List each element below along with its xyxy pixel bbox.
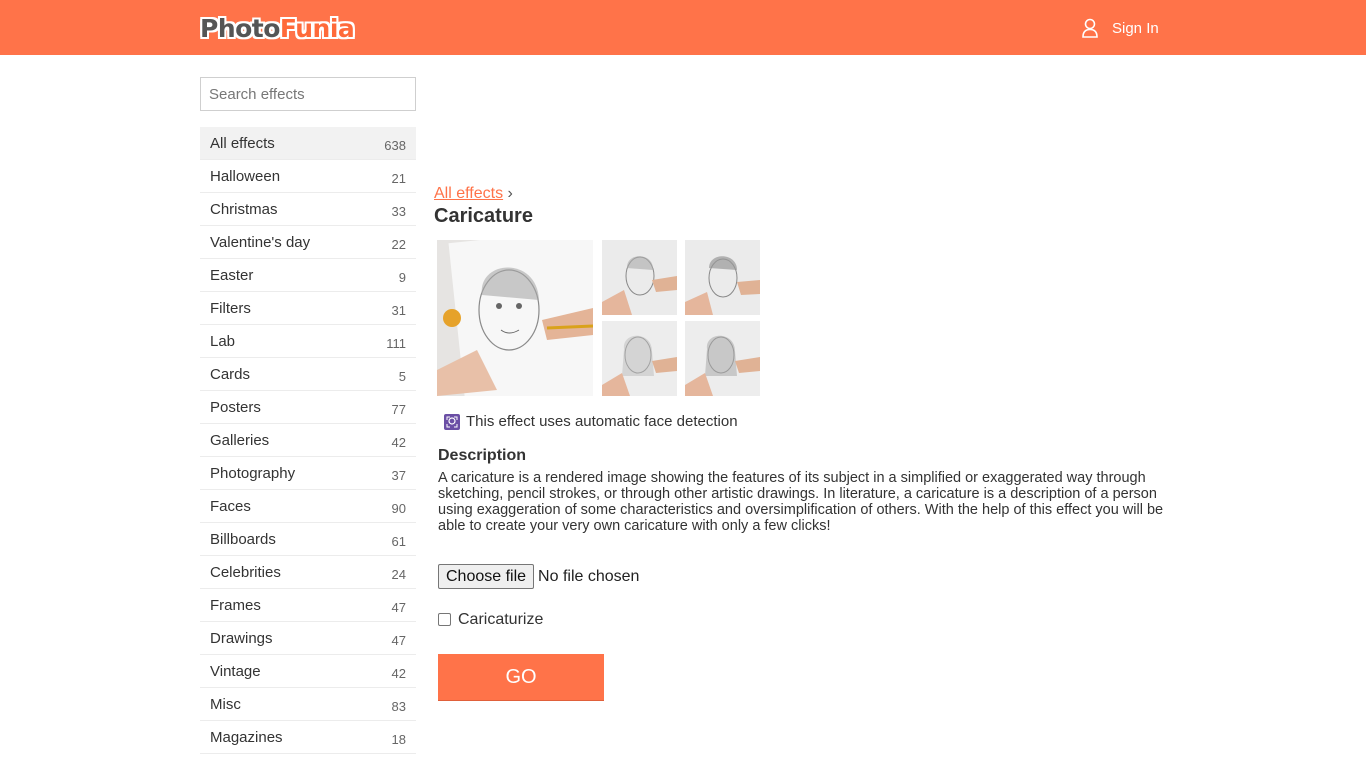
- category-count: 22: [391, 236, 406, 252]
- effect-preview-thumb-2[interactable]: [685, 240, 760, 315]
- logo-text-funia: Funia: [279, 13, 355, 43]
- choose-file-button[interactable]: Choose file: [438, 564, 535, 589]
- category-item-valentines-day[interactable]: Valentine's day 22: [200, 226, 416, 259]
- face-detection-text: This effect uses automatic face detectio…: [466, 413, 738, 430]
- category-item-christmas[interactable]: Christmas 33: [200, 193, 416, 226]
- category-item-faces[interactable]: Faces 90: [200, 490, 416, 523]
- category-item-drawings[interactable]: Drawings 47: [200, 622, 416, 655]
- breadcrumb-all-effects-link[interactable]: All effects: [434, 185, 503, 202]
- category-item-photography[interactable]: Photography 37: [200, 457, 416, 490]
- face-detection-note: This effect uses automatic face detectio…: [444, 413, 738, 430]
- effect-preview-thumb-3[interactable]: [602, 321, 677, 396]
- category-count: 111: [386, 335, 406, 351]
- logo-text-photo: Photo: [200, 13, 280, 43]
- go-button[interactable]: GO: [438, 654, 604, 700]
- photofunia-logo[interactable]: Photo Funia: [200, 11, 355, 45]
- sign-in-label: Sign In: [1112, 19, 1159, 37]
- breadcrumb: All effects ›: [434, 185, 513, 203]
- category-count: 21: [391, 170, 406, 186]
- top-header: Photo Funia Sign In: [0, 0, 1366, 55]
- category-count: 18: [391, 731, 406, 747]
- category-item-cards[interactable]: Cards 5: [200, 358, 416, 391]
- search-effects-input[interactable]: [200, 77, 416, 111]
- effect-preview-thumb-1[interactable]: [602, 240, 677, 315]
- category-count: 5: [398, 368, 406, 384]
- category-list: All effects 638 Halloween 21 Christmas 33 V…: [200, 127, 416, 754]
- category-item-lab[interactable]: Lab 111: [200, 325, 416, 358]
- face-detection-icon: [444, 413, 460, 430]
- category-count: 83: [391, 698, 406, 714]
- user-icon: [1082, 18, 1098, 38]
- category-count: 42: [391, 665, 406, 681]
- category-item-magazines[interactable]: Magazines 18: [200, 721, 416, 754]
- category-item-billboards[interactable]: Billboards 61: [200, 523, 416, 556]
- description-heading: Description: [438, 447, 527, 464]
- category-item-posters[interactable]: Posters 77: [200, 391, 416, 424]
- category-count: 47: [391, 599, 406, 615]
- category-item-all-effects[interactable]: All effects 638: [200, 127, 416, 160]
- category-item-filters[interactable]: Filters 31: [200, 292, 416, 325]
- category-count: 24: [391, 566, 406, 582]
- category-count: 90: [391, 500, 406, 516]
- caricaturize-option[interactable]: Caricaturize: [438, 611, 543, 629]
- category-count: 33: [391, 203, 406, 219]
- caricaturize-checkbox[interactable]: [438, 612, 451, 626]
- effect-preview-thumb-4[interactable]: [685, 321, 760, 396]
- category-item-easter[interactable]: Easter 9: [200, 259, 416, 292]
- category-count: 61: [391, 533, 406, 549]
- sign-in-link[interactable]: Sign In: [1082, 16, 1159, 40]
- category-item-halloween[interactable]: Halloween 21: [200, 160, 416, 193]
- description-text: A caricature is a rendered image showing…: [438, 470, 1164, 534]
- effect-preview-main[interactable]: [437, 240, 593, 396]
- category-item-celebrities[interactable]: Celebrities 24: [200, 556, 416, 589]
- caricaturize-label: Caricaturize: [458, 611, 544, 628]
- category-item-vintage[interactable]: Vintage 42: [200, 655, 416, 688]
- category-count: 37: [391, 467, 406, 483]
- category-count: 31: [391, 302, 406, 318]
- category-count: 47: [391, 632, 406, 648]
- file-input[interactable]: Choose file No file chosen: [438, 564, 639, 589]
- category-count: 77: [391, 401, 406, 417]
- category-item-frames[interactable]: Frames 47: [200, 589, 416, 622]
- file-status-text: No file chosen: [538, 567, 640, 585]
- category-count: 638: [384, 137, 406, 153]
- effect-title: Caricature: [434, 205, 533, 227]
- category-count: 9: [398, 269, 406, 285]
- category-count: 42: [391, 434, 406, 450]
- category-item-galleries[interactable]: Galleries 42: [200, 424, 416, 457]
- breadcrumb-separator: ›: [507, 185, 513, 202]
- category-item-misc[interactable]: Misc 83: [200, 688, 416, 721]
